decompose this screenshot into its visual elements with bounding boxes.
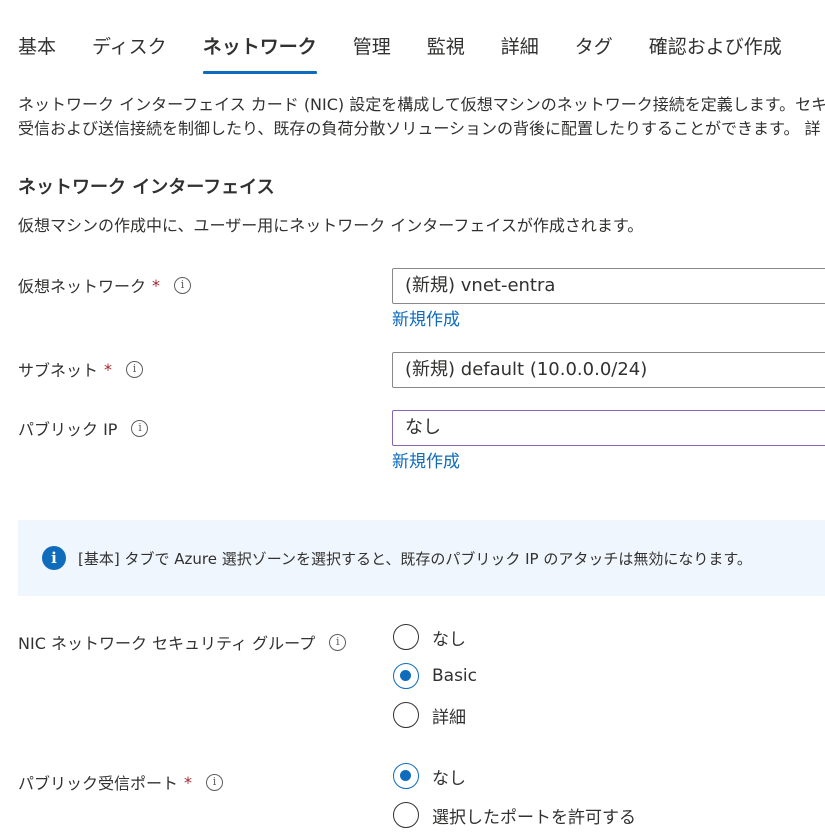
nic-nsg-option-basic[interactable]: Basic <box>393 663 477 689</box>
nic-nsg-option-advanced[interactable]: 詳細 <box>393 702 466 728</box>
inbound-ports-option-allow-selected[interactable]: 選択したポートを許可する <box>393 802 636 828</box>
info-icon[interactable]: i <box>206 773 224 791</box>
nic-nsg-label-row: NIC ネットワーク セキュリティ グループ i <box>18 630 347 654</box>
info-icon[interactable]: i <box>126 360 144 378</box>
subnet-label-row: サブネット * i <box>18 357 144 381</box>
info-icon[interactable]: i <box>131 419 149 437</box>
tab-advanced[interactable]: 詳細 <box>501 34 539 74</box>
tab-review-create[interactable]: 確認および作成 <box>649 34 782 74</box>
subnet-label: サブネット <box>18 361 99 380</box>
nic-nsg-option-none[interactable]: なし <box>393 624 466 650</box>
required-marker: * <box>104 359 113 379</box>
radio-button[interactable] <box>393 702 419 728</box>
required-marker: * <box>184 772 193 792</box>
radio-label: 選択したポートを許可する <box>432 807 636 828</box>
public-ip-dropdown[interactable]: なし <box>392 410 825 446</box>
radio-label: 詳細 <box>432 707 466 728</box>
page-description-line1: ネットワーク インターフェイス カード (NIC) 設定を構成して仮想マシンのネ… <box>18 95 825 114</box>
inbound-ports-label: パブリック受信ポート <box>18 774 179 793</box>
section-title-network-interface: ネットワーク インターフェイス <box>18 177 275 198</box>
public-ip-create-new-link[interactable]: 新規作成 <box>392 447 460 472</box>
radio-button-selected[interactable] <box>393 763 419 789</box>
radio-button[interactable] <box>393 624 419 650</box>
tab-management[interactable]: 管理 <box>353 34 391 74</box>
info-banner: i [基本] タブで Azure 選択ゾーンを選択すると、既存のパブリック IP… <box>18 520 825 596</box>
info-filled-icon: i <box>42 546 66 570</box>
radio-label: なし <box>432 629 466 650</box>
radio-button-selected[interactable] <box>393 663 419 689</box>
tab-basics[interactable]: 基本 <box>18 34 56 74</box>
tab-monitoring[interactable]: 監視 <box>427 34 465 74</box>
section-description: 仮想マシンの作成中に、ユーザー用にネットワーク インターフェイスが作成されます。 <box>18 216 644 235</box>
radio-label: Basic <box>432 666 478 686</box>
public-ip-label-row: パブリック IP i <box>18 416 149 440</box>
tab-bar: 基本 ディスク ネットワーク 管理 監視 詳細 タグ 確認および作成 <box>18 34 818 74</box>
inbound-ports-option-none[interactable]: なし <box>393 763 466 789</box>
info-icon[interactable]: i <box>174 276 192 294</box>
info-icon[interactable]: i <box>329 633 347 651</box>
radio-button[interactable] <box>393 802 419 828</box>
subnet-dropdown[interactable]: (新規) default (10.0.0.0/24) <box>392 352 825 388</box>
vnet-create-new-link[interactable]: 新規作成 <box>392 305 460 330</box>
info-banner-text: [基本] タブで Azure 選択ゾーンを選択すると、既存のパブリック IP の… <box>78 549 752 568</box>
tab-networking[interactable]: ネットワーク <box>202 34 317 74</box>
tab-disks[interactable]: ディスク <box>92 34 167 74</box>
vnet-label: 仮想ネットワーク <box>18 277 147 296</box>
vnet-label-row: 仮想ネットワーク * i <box>18 273 192 297</box>
nic-nsg-label: NIC ネットワーク セキュリティ グループ <box>18 634 316 653</box>
inbound-ports-label-row: パブリック受信ポート * i <box>18 770 224 794</box>
public-ip-label: パブリック IP <box>18 420 118 439</box>
page-description-line2: 受信および送信接続を制御したり、既存の負荷分散ソリューションの背後に配置したりす… <box>18 119 821 138</box>
page-description: ネットワーク インターフェイス カード (NIC) 設定を構成して仮想マシンのネ… <box>18 93 825 141</box>
vnet-dropdown[interactable]: (新規) vnet-entra <box>392 268 825 304</box>
required-marker: * <box>152 275 161 295</box>
radio-label: なし <box>432 768 466 789</box>
tab-tags[interactable]: タグ <box>575 34 613 74</box>
